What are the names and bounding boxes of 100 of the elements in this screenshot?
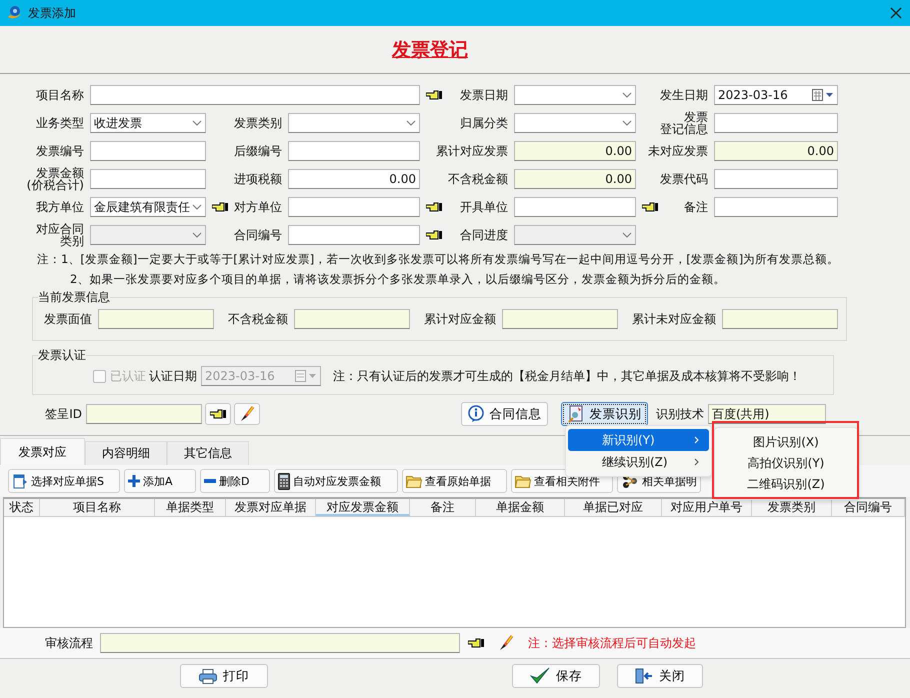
text-field[interactable]: 百度(共用) — [708, 404, 826, 424]
group-title: 当前发票信息 — [38, 289, 110, 306]
document-scan-icon — [568, 405, 584, 423]
chevron-right-icon — [694, 436, 699, 444]
text-field[interactable] — [90, 169, 206, 189]
menu-item[interactable]: 高拍仪识别(Y) — [715, 453, 857, 474]
toolbar-button[interactable]: 选择对应单据S — [8, 469, 120, 493]
pointer-hand-icon[interactable] — [468, 638, 484, 648]
calendar-icon — [812, 89, 834, 101]
column-header[interactable]: 单据已对应 — [565, 499, 662, 516]
pointer-hand-icon[interactable] — [426, 202, 442, 212]
chevron-down-icon — [192, 120, 202, 126]
column-header[interactable]: 单据类型 — [155, 499, 226, 516]
menu-item[interactable]: 图片识别(X) — [715, 432, 857, 453]
menu-item[interactable]: 二维码识别(Z) — [715, 474, 857, 495]
chevron-down-icon — [406, 120, 416, 126]
column-header[interactable]: 发票对应单据 — [226, 499, 316, 516]
field-label: 发生日期 — [660, 89, 708, 101]
column-header[interactable]: 项目名称 — [40, 499, 155, 516]
plus-icon — [128, 475, 140, 487]
text-field[interactable] — [714, 113, 838, 133]
date-field[interactable]: 2023-03-16 — [714, 85, 838, 105]
field-label: 业务类型 — [36, 117, 84, 129]
text-field[interactable] — [288, 225, 420, 245]
tab[interactable]: 内容明细 — [85, 441, 167, 465]
field-label: 备注 — [684, 201, 708, 213]
text-field[interactable] — [288, 141, 420, 161]
pointer-hand-icon — [210, 409, 226, 419]
field-label: 签呈ID — [44, 406, 83, 422]
field-label: 归属分类 — [460, 117, 508, 129]
text-field[interactable] — [502, 309, 618, 329]
text-field[interactable] — [98, 309, 214, 329]
note-text: 2、如果一张发票要对应多个项目的单据，请将该发票拆分个多张发票单录入，以后缀编号区分，发票金额为拆分后的金额。 — [69, 271, 726, 288]
pointer-hand-icon[interactable] — [642, 202, 658, 212]
field-label: 认证日期 — [149, 368, 197, 384]
window-title: 发票添加 — [28, 4, 76, 22]
number-field[interactable]: 0.00 — [714, 141, 838, 161]
pointer-hand-icon[interactable] — [212, 202, 228, 212]
dropdown-field[interactable]: 收进发票 — [90, 113, 206, 133]
number-field[interactable]: 0.00 — [514, 169, 636, 189]
text-field[interactable] — [100, 633, 460, 653]
close-icon[interactable] — [890, 7, 902, 19]
action-button[interactable]: 关闭 — [617, 664, 703, 688]
text-field[interactable] — [514, 197, 636, 217]
pointer-button[interactable] — [205, 403, 231, 425]
field-label: 发票日期 — [460, 89, 508, 101]
chevron-down-icon — [192, 204, 202, 210]
field-label: 未对应发票 — [648, 145, 708, 157]
field-label: 对应合同 — [36, 223, 84, 235]
text-field[interactable] — [294, 309, 410, 329]
toolbar-button[interactable]: 自动对应发票金额 — [274, 469, 398, 493]
column-header[interactable]: 对应发票金额 — [316, 499, 410, 516]
column-header[interactable]: 状态 — [4, 499, 40, 516]
tab[interactable]: 发票对应 — [0, 438, 85, 465]
text-field[interactable] — [722, 309, 838, 329]
action-button[interactable]: 发票识别 — [561, 402, 648, 426]
field-label: 累计未对应金额 — [632, 310, 716, 328]
field-label: 审核流程 — [44, 634, 94, 652]
dropdown-field[interactable] — [514, 85, 636, 105]
column-header[interactable]: 单据金额 — [476, 499, 565, 516]
chevron-down-icon — [622, 92, 632, 98]
number-field[interactable]: 0.00 — [514, 141, 636, 161]
text-field[interactable] — [288, 197, 420, 217]
dropdown-field[interactable]: 金辰建筑有限责任 — [90, 197, 206, 217]
dropdown-field[interactable] — [514, 113, 636, 133]
menu-item[interactable]: 新识别(Y) — [568, 429, 709, 451]
text-field[interactable] — [90, 85, 420, 105]
toolbar-button[interactable]: 查看原始单据 — [402, 469, 507, 493]
folder-icon — [406, 474, 422, 488]
field-label: 合同编号 — [234, 229, 282, 241]
toolbar-button[interactable]: 添加A — [124, 469, 196, 493]
field-label: 发票金额 — [36, 167, 84, 179]
chevron-down-icon — [192, 232, 202, 238]
number-field[interactable]: 0.00 — [288, 169, 420, 189]
field-label: 累计对应金额 — [424, 310, 496, 328]
group-title: 发票认证 — [38, 347, 86, 364]
action-button[interactable]: 打印 — [180, 664, 268, 688]
field-label: 不含税金额 — [448, 173, 508, 185]
column-header[interactable]: 备注 — [410, 499, 476, 516]
text-field[interactable] — [714, 197, 838, 217]
brush-icon[interactable] — [498, 635, 514, 651]
field-label: 后缀编号 — [234, 145, 282, 157]
action-button[interactable]: 合同信息 — [461, 402, 548, 426]
field-label: 对方单位 — [234, 201, 282, 213]
toolbar-button[interactable]: 删除D — [200, 469, 270, 493]
tab[interactable]: 其它信息 — [167, 441, 249, 465]
pointer-hand-icon[interactable] — [426, 230, 442, 240]
calculator-icon — [278, 472, 290, 490]
notepad-icon — [12, 473, 28, 489]
hint-text: 注：选择审核流程后可自动发起 — [528, 634, 696, 652]
pointer-hand-icon[interactable] — [426, 90, 442, 100]
action-button[interactable]: 保存 — [512, 664, 600, 688]
note-text: 注：只有认证后的发票才可生成的【税金月结单】中，其它单据及成本核算将不受影响！ — [333, 368, 801, 384]
text-field[interactable] — [86, 404, 202, 424]
dropdown-field[interactable] — [288, 113, 420, 133]
field-label: 合同进度 — [460, 229, 508, 241]
chevron-down-icon — [622, 120, 632, 126]
text-field[interactable] — [90, 141, 206, 161]
text-field[interactable] — [714, 169, 838, 189]
checkmark-icon — [530, 667, 550, 685]
